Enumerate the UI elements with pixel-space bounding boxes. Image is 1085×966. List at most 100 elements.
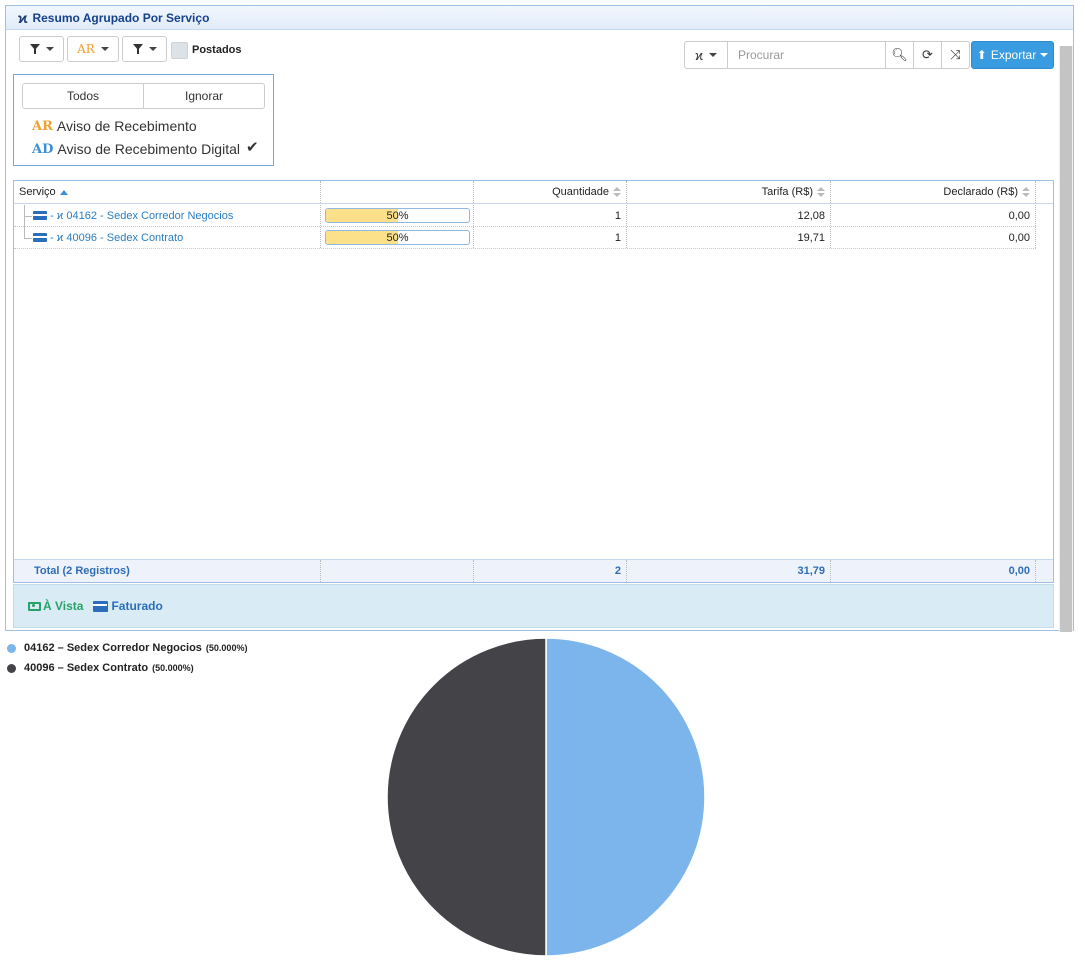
quantidade-cell: 1 xyxy=(474,205,627,226)
column-header-label: Quantidade xyxy=(552,186,609,198)
credit-card-icon xyxy=(33,211,47,220)
progress-cell: 50% xyxy=(321,205,474,226)
column-header-label: Serviço xyxy=(19,186,56,198)
tree-line xyxy=(24,227,25,238)
sort-ascending-icon xyxy=(59,189,68,195)
legend-percent: (50.000%) xyxy=(152,663,194,673)
export-button[interactable]: ⬆ Exportar xyxy=(971,41,1054,69)
chevron-down-icon xyxy=(1040,53,1049,57)
search-group: ϰ Procurar 🔍︎ ⟳ ⤨ xyxy=(684,41,970,69)
total-quantidade: 2 xyxy=(474,560,627,582)
progress-bar: 50% xyxy=(325,208,470,223)
chevron-down-icon xyxy=(708,53,717,57)
sort-icon xyxy=(613,187,621,197)
column-header-progress xyxy=(321,181,474,203)
pie-legend: 04162 – Sedex Corredor Negocios (50.000%… xyxy=(7,638,247,678)
search-icon: 🔍︎ xyxy=(891,47,908,62)
brand-logo-icon: ϰ xyxy=(18,9,28,26)
ar-dropdown-menu: Todos Ignorar AR Aviso de Recebimento AD… xyxy=(13,74,274,166)
shuffle-button[interactable]: ⤨ xyxy=(942,41,970,69)
chevron-down-icon xyxy=(100,47,109,51)
column-header-servico[interactable]: Serviço xyxy=(14,181,321,203)
search-input[interactable]: Procurar xyxy=(728,41,886,69)
upload-icon: ⬆ xyxy=(976,48,987,62)
service-link[interactable]: 40096 - Sedex Contrato xyxy=(66,232,183,244)
faturado-label: Faturado xyxy=(111,599,163,613)
progress-label: 50% xyxy=(386,209,409,222)
vertical-scrollbar[interactable] xyxy=(1059,46,1073,632)
legend-item[interactable]: 04162 – Sedex Corredor Negocios (50.000%… xyxy=(7,638,247,658)
menu-item-aviso-recebimento-digital[interactable]: AD Aviso de Recebimento Digital xyxy=(32,141,240,157)
column-header-declarado[interactable]: Declarado (R$) xyxy=(831,181,1036,203)
declarado-cell: 0,00 xyxy=(831,205,1036,226)
progress-bar: 50% xyxy=(325,230,470,245)
chevron-down-icon xyxy=(148,47,157,51)
refresh-button[interactable]: ⟳ xyxy=(914,41,942,69)
column-header-tarifa[interactable]: Tarifa (R$) xyxy=(627,181,831,203)
menu-item-label: Aviso de Recebimento Digital xyxy=(57,141,240,157)
credit-card-icon xyxy=(33,233,47,242)
ar-dropdown-button[interactable]: AR xyxy=(67,36,119,62)
pie-chart xyxy=(386,637,706,957)
search-scope-dropdown[interactable]: ϰ xyxy=(684,41,728,69)
todos-button[interactable]: Todos xyxy=(23,84,143,108)
checkmark-icon: ✔ xyxy=(246,139,259,156)
service-grid: Serviço Quantidade Tarifa (R$) Declarado… xyxy=(13,180,1054,583)
legend-dot xyxy=(7,663,16,673)
legend-label: 04162 – Sedex Corredor Negocios xyxy=(24,642,202,654)
a-vista-label: À Vista xyxy=(43,599,84,613)
ad-abbr: AD xyxy=(32,141,54,157)
ignorar-button[interactable]: Ignorar xyxy=(143,84,264,108)
select-toggle-group: Todos Ignorar xyxy=(22,83,265,109)
postados-label: Postados xyxy=(192,44,242,56)
total-declarado: 0,00 xyxy=(831,560,1036,582)
menu-item-label: Aviso de Recebimento xyxy=(56,118,197,134)
column-header-quantidade[interactable]: Quantidade xyxy=(474,181,627,203)
search-button[interactable]: 🔍︎ xyxy=(886,41,914,69)
grid-footer-total: Total (2 Registros) 2 31,79 0,00 xyxy=(14,559,1053,582)
quantidade-cell: 1 xyxy=(474,227,627,248)
row-dash: - ϰ xyxy=(50,209,67,222)
table-row[interactable]: - ϰ 40096 - Sedex Contrato 50% 1 19,71 0… xyxy=(14,227,1036,249)
column-header-label: Tarifa (R$) xyxy=(761,186,813,198)
shuffle-icon: ⤨ xyxy=(950,47,961,62)
filter-dropdown-button[interactable] xyxy=(19,36,64,62)
menu-item-aviso-recebimento[interactable]: AR Aviso de Recebimento xyxy=(32,118,197,134)
pie-slice-1[interactable] xyxy=(386,637,547,957)
progress-cell: 50% xyxy=(321,227,474,248)
refresh-icon: ⟳ xyxy=(922,47,933,62)
total-progress-cell xyxy=(321,560,474,582)
tarifa-cell: 12,08 xyxy=(627,205,831,226)
sort-icon xyxy=(817,187,825,197)
service-cell: - ϰ 04162 - Sedex Corredor Negocios xyxy=(28,205,321,226)
legend-percent: (50.000%) xyxy=(205,643,248,653)
credit-card-icon xyxy=(93,600,109,612)
total-tarifa: 31,79 xyxy=(627,560,831,582)
filter-icon xyxy=(132,44,143,54)
table-row[interactable]: - ϰ 04162 - Sedex Corredor Negocios 50% … xyxy=(14,205,1036,227)
faturado-legend: Faturado xyxy=(93,599,163,613)
cash-icon xyxy=(28,601,41,611)
column-header-label: Declarado (R$) xyxy=(943,186,1018,198)
export-label: Exportar xyxy=(990,48,1037,62)
legend-item[interactable]: 40096 – Sedex Contrato (50.000%) xyxy=(7,658,247,678)
declarado-cell: 0,00 xyxy=(831,227,1036,248)
service-link[interactable]: 04162 - Sedex Corredor Negocios xyxy=(66,210,233,222)
a-vista-legend: À Vista xyxy=(28,599,83,613)
row-dash: - ϰ xyxy=(50,231,67,244)
postados-checkbox[interactable] xyxy=(171,42,188,59)
filter-dropdown-button-2[interactable] xyxy=(122,36,167,62)
pie-slice-0[interactable] xyxy=(545,637,706,957)
grid-header: Serviço Quantidade Tarifa (R$) Declarado… xyxy=(14,181,1053,204)
panel-header: ϰ Resumo Agrupado Por Serviço xyxy=(6,6,1073,30)
legend-dot xyxy=(7,643,16,653)
ar-abbr: AR xyxy=(32,118,53,134)
brand-logo-icon: ϰ xyxy=(695,47,703,63)
legend-label: 40096 – Sedex Contrato xyxy=(24,662,149,674)
ar-label: AR xyxy=(77,42,95,56)
panel-title: Resumo Agrupado Por Serviço xyxy=(32,10,210,25)
filter-icon xyxy=(29,44,40,54)
scrollbar-thumb[interactable] xyxy=(1060,46,1072,632)
payment-legend: À Vista Faturado xyxy=(13,584,1054,628)
progress-label: 50% xyxy=(386,231,409,244)
